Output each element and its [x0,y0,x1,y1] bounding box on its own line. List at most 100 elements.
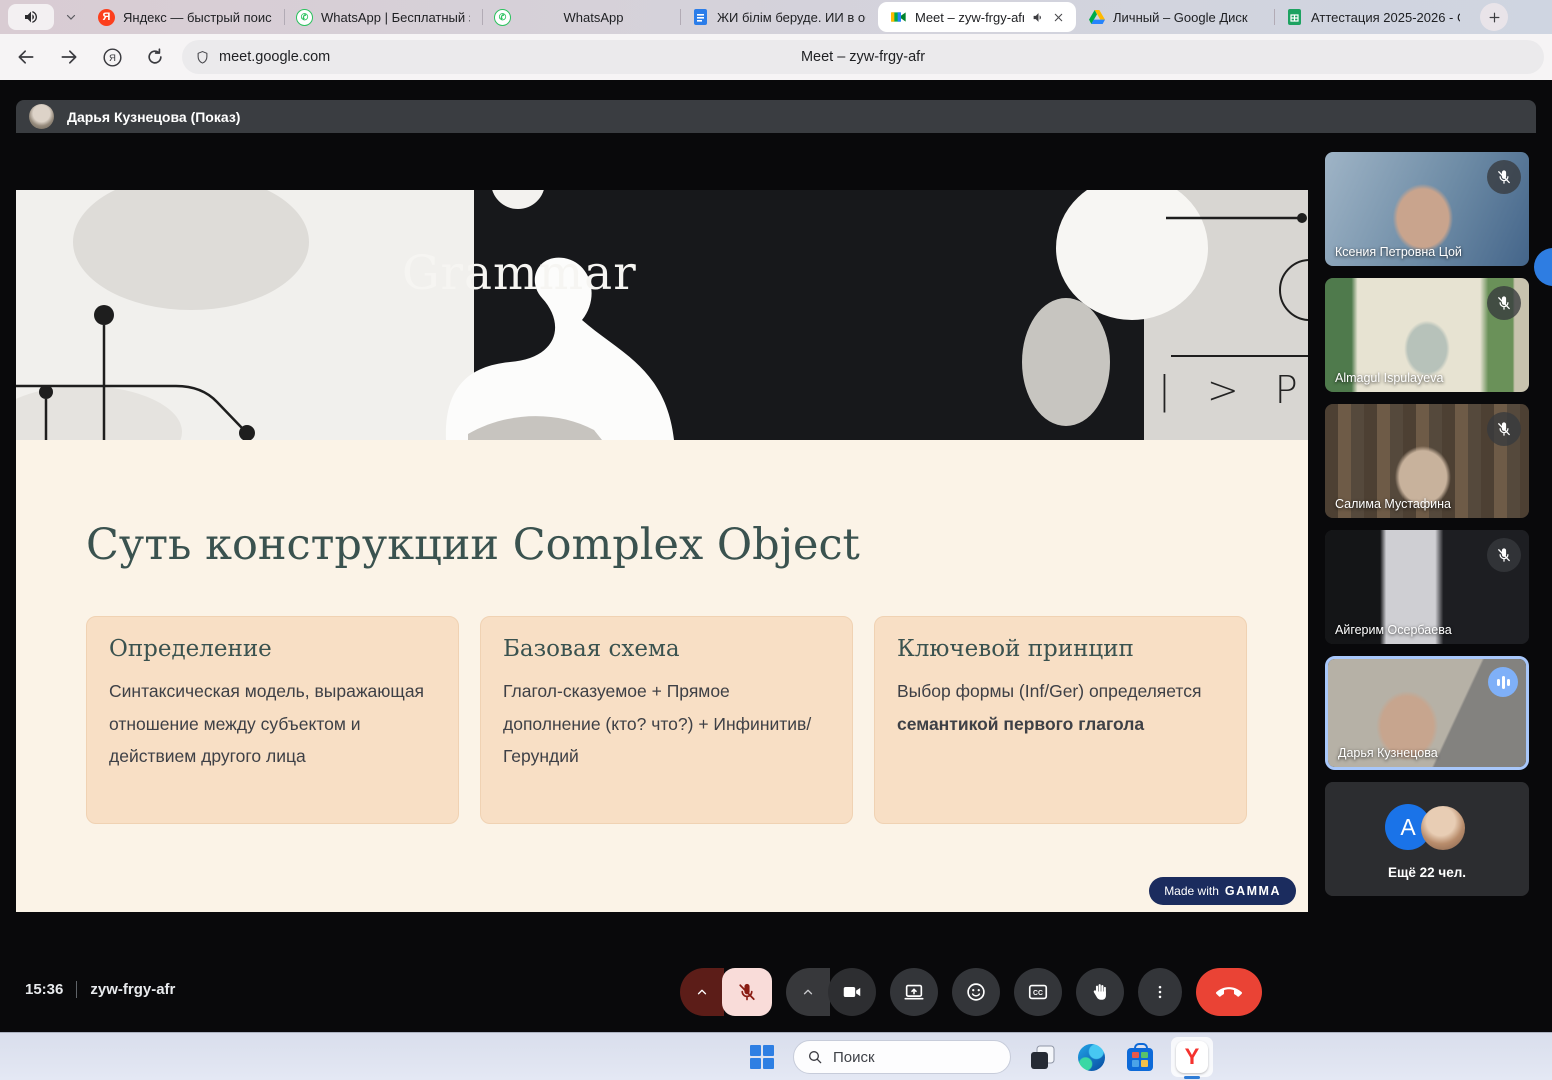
slide-body: Суть конструкции Complex Object Определе… [16,440,1308,912]
edge-button[interactable] [1073,1039,1109,1075]
start-button[interactable] [744,1039,780,1075]
participants-strip: Ксения Петровна Цой Almagul Ispulayeva С… [1325,152,1529,896]
side-panel-bubble[interactable] [1534,248,1552,286]
raise-hand-button[interactable] [1076,968,1124,1016]
edge-icon [1078,1044,1105,1071]
slide-hero-image: Grammar | > P O [16,190,1308,440]
plus-icon [1488,11,1501,24]
mic-off-icon [1495,168,1513,186]
participant-tile[interactable]: Almagul Ispulayeva [1325,278,1529,392]
store-icon [1127,1048,1153,1071]
overflow-count-label: Ещё 22 чел. [1325,865,1529,880]
card-body: Глагол-сказуемое + Прямое дополнение (кт… [503,675,830,773]
whatsapp-favicon: ✆ [494,9,511,26]
clock-time: 15:36 [25,981,63,998]
gamma-logo: GAMMA [1225,884,1281,898]
participant-name: Салима Мустафина [1335,497,1451,511]
camera-icon [841,981,863,1003]
captions-icon: CC [1027,981,1049,1003]
tab-yandex-search[interactable]: Я Яндекс — быстрый поиск [86,0,284,34]
mic-muted-button[interactable] [722,968,772,1016]
card-body: Выбор формы (Inf/Ger) определяется семан… [897,675,1224,740]
url-field[interactable]: meet.google.com Meet – zyw-frgy-afr [182,40,1544,74]
avatar-photo [1421,806,1465,850]
tab-google-docs[interactable]: ЖИ білім беруде. ИИ в об [680,0,878,34]
tab-title: ЖИ білім беруде. ИИ в об [717,10,866,25]
more-options-button[interactable] [1138,968,1182,1016]
gamma-badge: Made with GAMMA [1149,877,1296,905]
meeting-info: 15:36 zyw-frgy-afr [25,981,175,998]
google-drive-favicon [1088,9,1105,26]
more-vert-icon [1151,983,1169,1001]
tab-google-meet-active[interactable]: Meet – zyw-frgy-afr [878,2,1076,32]
tabs-dropdown-button[interactable] [56,4,86,30]
yandex-browser-button[interactable]: Y [1171,1037,1213,1077]
card-body: Синтаксическая модель, выражающая отноше… [109,675,436,773]
global-tab-audio-button[interactable] [8,4,54,30]
smiley-icon [965,981,987,1003]
participant-name: Ксения Петровна Цой [1335,245,1462,259]
windows-taskbar: Поиск Y [0,1032,1552,1080]
task-view-button[interactable] [1024,1039,1060,1075]
present-screen-button[interactable] [890,968,938,1016]
tab-title: Личный – Google Диск [1113,10,1262,25]
yandex-browser-icon: Y [1176,1041,1208,1073]
captions-button[interactable]: CC [1014,968,1062,1016]
end-call-button[interactable] [1196,968,1262,1016]
windows-logo-icon [750,1045,774,1069]
mic-off-icon [736,981,758,1003]
participant-tile-speaking[interactable]: Дарья Кузнецова [1325,656,1529,770]
presenter-avatar [29,104,54,129]
participant-tile[interactable]: Салима Мустафина [1325,404,1529,518]
slide-title: Суть конструкции Complex Object [86,520,860,570]
browser-tab-bar: Я Яндекс — быстрый поиск ✆ WhatsApp | Бе… [0,0,1552,34]
card-body-bold: семантикой первого глагола [897,714,1144,734]
mic-options-button[interactable] [680,968,724,1016]
tab-audio-icon [1032,11,1045,24]
store-button[interactable] [1122,1039,1158,1075]
yandex-circle-icon: Я [102,47,123,68]
close-icon[interactable] [1053,12,1064,23]
taskbar-icons: Поиск Y [744,1036,1213,1078]
card-key-principle: Ключевой принцип Выбор формы (Inf/Ger) о… [874,616,1247,824]
tab-whatsapp-2[interactable]: ✆ WhatsApp [482,0,680,34]
tab-whatsapp-1[interactable]: ✆ WhatsApp | Бесплатный з [284,0,482,34]
task-view-icon [1030,1045,1055,1070]
speaker-icon [23,9,39,25]
back-button[interactable] [9,40,43,74]
tab-title: Аттестация 2025-2026 - G [1311,10,1460,25]
camera-options-button[interactable] [786,968,830,1016]
presenter-name: Дарья Кузнецова (Показ) [67,109,240,125]
new-tab-button[interactable] [1480,3,1508,31]
mic-control-group [680,968,772,1016]
participant-tile[interactable]: Айгерим Осербаева [1325,530,1529,644]
overflow-tile[interactable]: A Ещё 22 чел. [1325,782,1529,896]
mute-badge [1487,160,1521,194]
card-heading: Определение [109,636,436,662]
reactions-button[interactable] [952,968,1000,1016]
chevron-up-icon [695,985,709,999]
taskbar-search[interactable]: Поиск [793,1040,1011,1074]
camera-button[interactable] [828,968,876,1016]
slide-hero-glyphs: | > P O [1158,368,1308,412]
tab-google-sheets[interactable]: Аттестация 2025-2026 - G [1274,0,1472,34]
forward-button[interactable] [52,40,86,74]
participant-name: Almagul Ispulayeva [1335,371,1443,385]
divider [76,981,77,998]
chevron-down-icon [65,11,77,23]
yandex-home-button[interactable]: Я [95,40,129,74]
mic-off-icon [1495,546,1513,564]
browser-address-bar: Я meet.google.com Meet – zyw-frgy-afr [0,34,1552,80]
call-end-icon [1216,979,1242,1005]
yandex-favicon: Я [98,9,115,26]
mute-badge [1487,538,1521,572]
card-heading: Базовая схема [503,636,830,662]
active-app-indicator [1184,1076,1200,1079]
google-docs-favicon [692,9,709,26]
participant-tile[interactable]: Ксения Петровна Цой [1325,152,1529,266]
tab-title: WhatsApp | Бесплатный з [321,10,470,25]
meet-stage: Дарья Кузнецова (Показ) [0,80,1552,1032]
tab-google-drive[interactable]: Личный – Google Диск [1076,0,1274,34]
tab-title: Meet – zyw-frgy-afr [915,10,1024,25]
reload-button[interactable] [138,40,172,74]
